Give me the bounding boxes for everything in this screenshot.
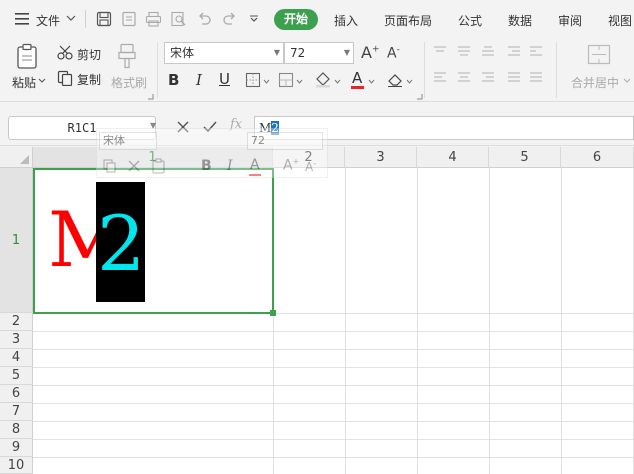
font-launcher-icon[interactable] — [417, 94, 423, 100]
column-header-4[interactable]: 4 — [417, 147, 489, 168]
mini-italic-icon[interactable]: I — [227, 158, 233, 174]
mini-font-size[interactable]: 72 — [247, 132, 323, 150]
paste-icon[interactable] — [16, 43, 40, 71]
hamburger-menu-icon[interactable] — [14, 12, 30, 26]
row-header-6[interactable]: 6 — [0, 385, 33, 403]
row-header-3[interactable]: 3 — [0, 331, 33, 349]
tab-data[interactable]: 数据 — [508, 12, 532, 29]
mini-decrease-font-icon[interactable]: A- — [305, 159, 316, 174]
clipboard-launcher-icon[interactable] — [148, 94, 154, 100]
chevron-down-icon[interactable] — [368, 79, 375, 84]
tab-formulas[interactable]: 公式 — [458, 12, 482, 29]
print-icon[interactable] — [145, 11, 162, 27]
row-header-10[interactable]: 10 — [0, 457, 33, 474]
row-header-5[interactable]: 5 — [0, 367, 33, 385]
bold-button[interactable]: B — [168, 71, 179, 89]
column-header-5[interactable]: 5 — [489, 147, 561, 168]
undo-icon[interactable] — [197, 12, 212, 26]
underline-button[interactable]: U — [219, 70, 230, 88]
quick-access-more-icon[interactable] — [249, 15, 259, 23]
chevron-down-icon[interactable] — [334, 79, 341, 84]
spreadsheet-app: 文件 开始 插入 页面布局 公式 数据 审阅 视图 粘贴 剪切 复制 格式刷 宋… — [0, 0, 634, 474]
file-menu[interactable]: 文件 — [36, 12, 60, 29]
alignment-group-icon[interactable] — [432, 44, 542, 88]
row-header-7[interactable]: 7 — [0, 403, 33, 421]
copy-button[interactable]: 复制 — [77, 71, 101, 88]
tab-view[interactable]: 视图 — [608, 12, 632, 29]
row-header-8[interactable]: 8 — [0, 421, 33, 439]
column-header-3[interactable]: 3 — [345, 147, 417, 168]
row-header-4[interactable]: 4 — [0, 349, 33, 367]
copy-icon[interactable] — [103, 159, 117, 173]
font-size-combo[interactable]: 72 ▼ — [284, 42, 354, 64]
chevron-down-icon[interactable]: ▼ — [274, 43, 280, 63]
chevron-down-icon[interactable] — [263, 79, 270, 84]
column-header-6[interactable]: 6 — [561, 147, 634, 168]
format-painter-button[interactable]: 格式刷 — [111, 74, 147, 91]
decrease-font-size-icon[interactable]: A- — [387, 45, 400, 62]
floating-mini-toolbar: 宋体 72 B I A A+ A- — [96, 128, 328, 178]
italic-button[interactable]: I — [196, 71, 202, 89]
cell-char-2: 2 — [97, 199, 146, 288]
merge-center-icon[interactable] — [587, 44, 611, 66]
tab-review[interactable]: 审阅 — [558, 12, 582, 29]
paste-icon[interactable] — [151, 158, 167, 174]
copy-icon[interactable] — [57, 70, 73, 86]
row-header-1[interactable]: 1 — [0, 168, 33, 313]
mini-bold-icon[interactable]: B — [201, 158, 212, 174]
fill-color-icon[interactable] — [314, 71, 332, 88]
tab-home[interactable]: 开始 — [274, 9, 318, 30]
tab-page-layout[interactable]: 页面布局 — [384, 12, 432, 29]
mini-increase-font-icon[interactable]: A+ — [283, 157, 299, 174]
print-preview-icon[interactable] — [170, 11, 187, 27]
chevron-down-icon[interactable] — [623, 78, 631, 84]
spreadsheet-grid: 1 2 3 4 5 6 1 2 3 4 5 6 7 8 9 10 M — [0, 147, 634, 474]
merge-center-button[interactable]: 合并居中 — [571, 74, 619, 91]
redo-icon[interactable] — [222, 12, 237, 26]
chevron-down-icon[interactable] — [406, 79, 413, 84]
cut-icon[interactable] — [127, 159, 141, 173]
chevron-down-icon[interactable] — [66, 15, 76, 23]
active-cell-r1c1[interactable]: M 2 — [33, 168, 274, 314]
format-painter-icon[interactable] — [117, 43, 137, 69]
save-icon[interactable] — [96, 11, 112, 27]
mini-font-name[interactable]: 宋体 — [99, 132, 157, 150]
chevron-down-icon[interactable] — [296, 79, 303, 84]
export-pdf-icon[interactable] — [121, 11, 137, 27]
fill-handle[interactable] — [270, 310, 276, 316]
chevron-down-icon[interactable]: ▼ — [344, 43, 350, 63]
border-icon[interactable] — [245, 72, 261, 88]
select-all-icon[interactable] — [20, 155, 30, 165]
increase-font-size-icon[interactable]: A+ — [361, 43, 380, 62]
row-header-2[interactable]: 2 — [0, 313, 33, 331]
font-size-value: 72 — [290, 46, 306, 60]
clear-format-icon[interactable] — [386, 71, 404, 88]
tab-insert[interactable]: 插入 — [334, 12, 358, 29]
cut-button[interactable]: 剪切 — [77, 46, 101, 63]
font-name-value: 宋体 — [170, 46, 195, 60]
paste-button[interactable]: 粘贴 — [12, 74, 36, 91]
merge-cells-icon[interactable] — [278, 72, 294, 88]
menu-bar: 文件 开始 插入 页面布局 公式 数据 审阅 视图 — [0, 0, 634, 38]
row-header-9[interactable]: 9 — [0, 439, 33, 457]
font-name-combo[interactable]: 宋体 ▼ — [164, 42, 284, 64]
scissors-icon[interactable] — [57, 45, 73, 60]
mini-font-color-icon[interactable]: A — [250, 157, 260, 173]
select-all-corner[interactable] — [0, 147, 33, 168]
paste-dropdown-icon[interactable] — [38, 78, 46, 84]
font-color-icon[interactable]: A — [352, 69, 362, 87]
ribbon-toolbar: 粘贴 剪切 复制 格式刷 宋体 ▼ 72 ▼ A+ A- B I U A 合并居… — [0, 38, 634, 102]
